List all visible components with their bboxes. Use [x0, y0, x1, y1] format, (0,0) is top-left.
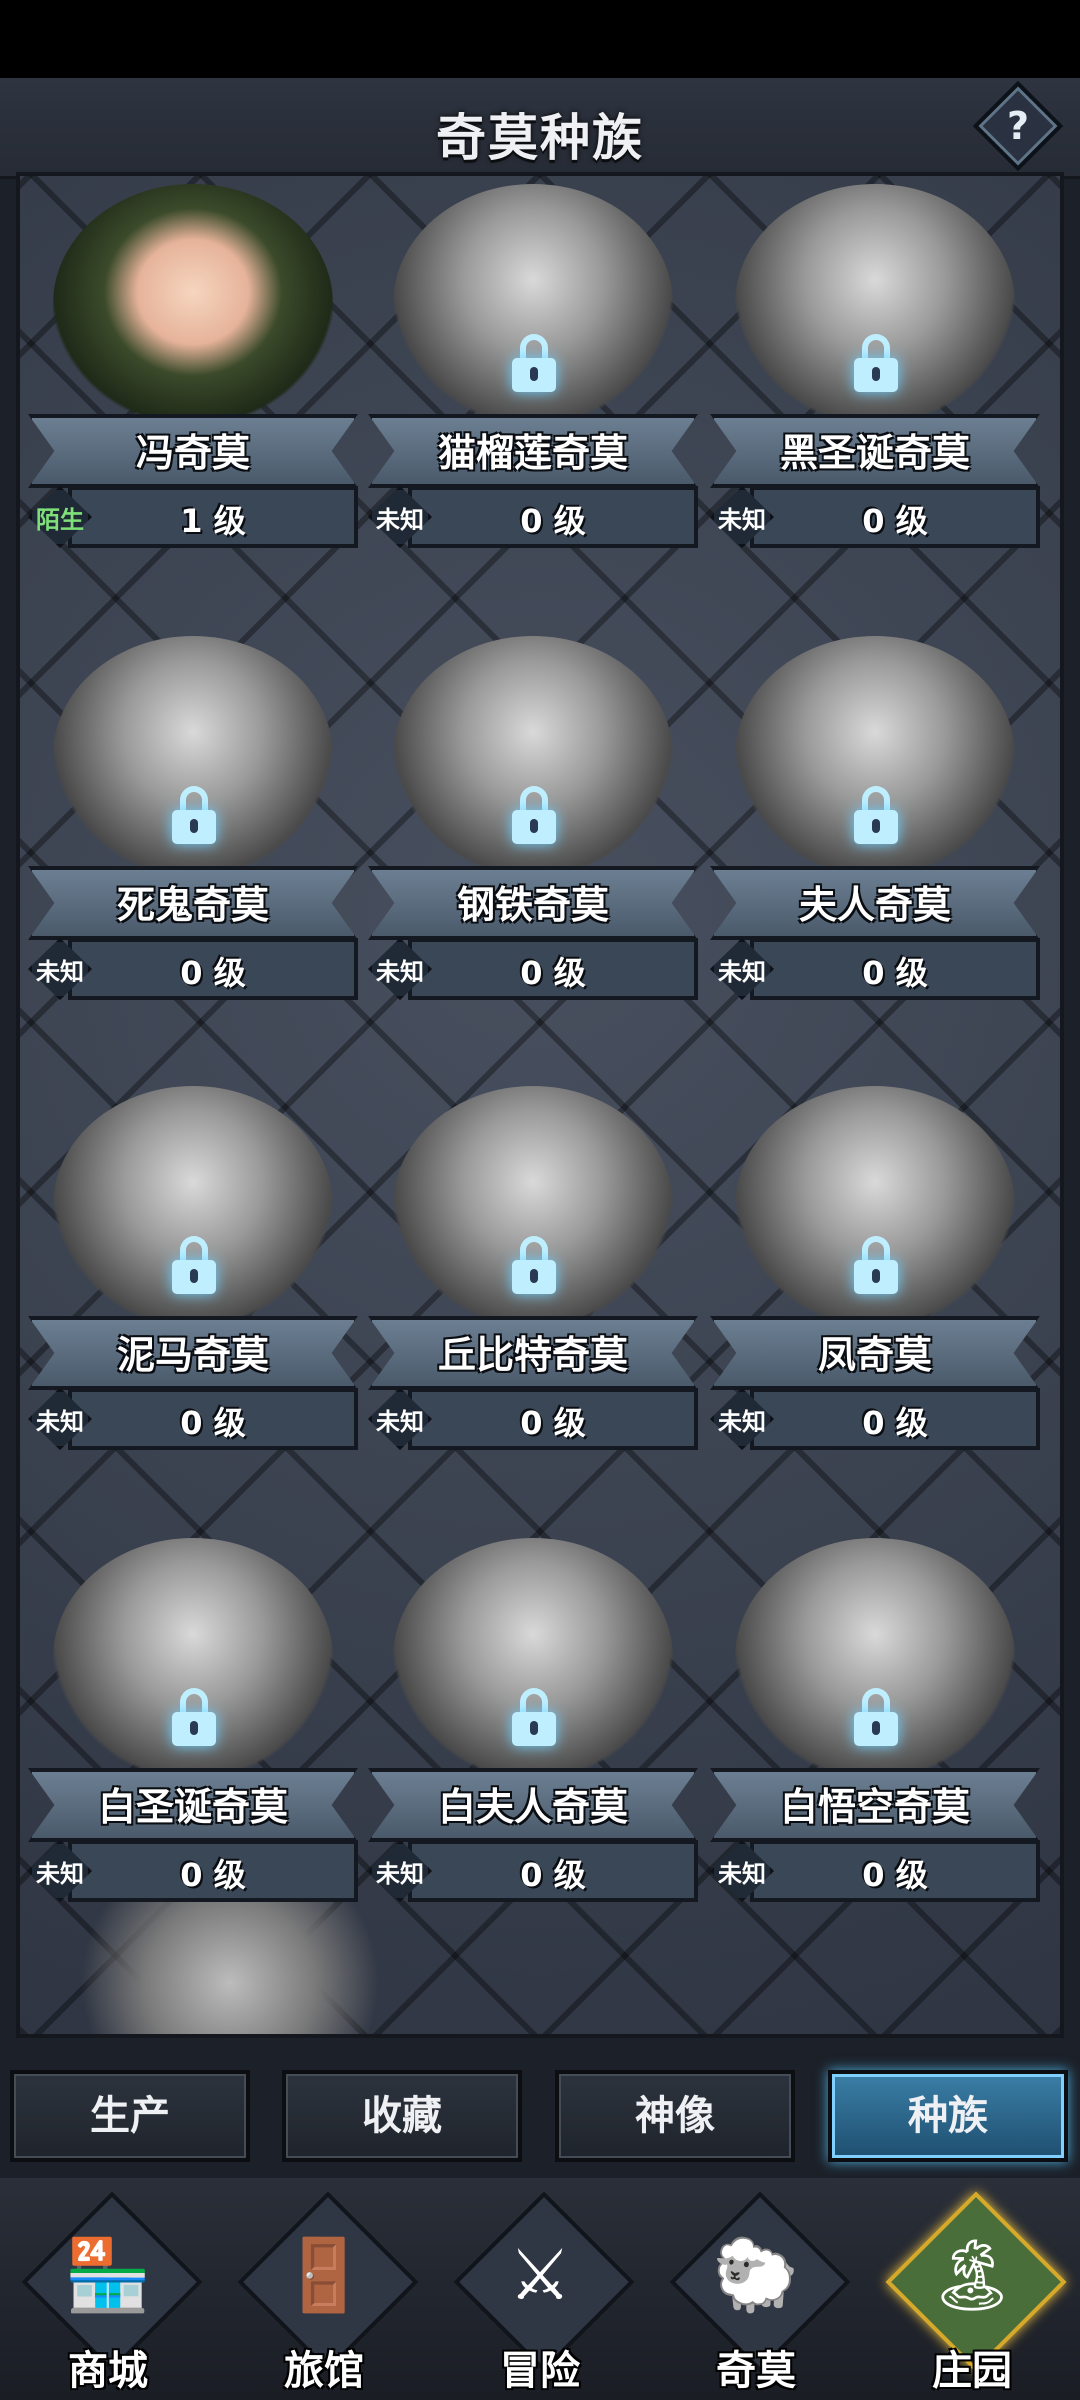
species-card[interactable]: 凤奇莫 0 级 未知 [710, 1076, 1040, 1516]
species-name: 白夫人奇莫 [437, 1785, 628, 1829]
species-name: 冯奇莫 [135, 431, 250, 475]
status-label: 未知 [718, 1408, 766, 1436]
question-mark-icon: ? [1006, 104, 1030, 148]
sub-tabs: 生产 收藏 神像 种族 [0, 2060, 1080, 2170]
title-bar: 奇莫种族 [0, 78, 1080, 179]
status-label: 未知 [376, 1408, 424, 1436]
species-card[interactable]: 丘比特奇莫 0 级 未知 [368, 1076, 698, 1516]
crossed-swords-icon: ⚔ [508, 2234, 572, 2316]
inn-icon: 🚪 [280, 2234, 368, 2316]
qimo-character-icon: 🐑 [712, 2234, 800, 2316]
nav-item-3[interactable]: 🐑 奇莫 [648, 2178, 864, 2400]
status-label: 未知 [36, 1860, 84, 1888]
status-label: 未知 [718, 958, 766, 986]
level-text: 0 级 [520, 954, 586, 992]
level-text: 0 级 [862, 954, 928, 992]
species-portrait [53, 184, 333, 424]
level-text: 0 级 [180, 1856, 246, 1894]
level-text: 0 级 [862, 1856, 928, 1894]
nav-label: 冒险 [500, 2348, 580, 2394]
level-text: 1 级 [180, 502, 246, 540]
tab-1[interactable]: 收藏 [282, 2070, 522, 2162]
species-name: 夫人奇莫 [798, 883, 951, 927]
page-title: 奇莫种族 [436, 109, 644, 167]
species-card[interactable]: 冯奇莫 1 级 陌生 [28, 176, 358, 614]
nav-item-4[interactable]: 🏝 庄园 [864, 2178, 1080, 2400]
nav-item-1[interactable]: 🚪 旅馆 [216, 2178, 432, 2400]
status-label: 未知 [36, 1408, 84, 1436]
level-text: 0 级 [862, 502, 928, 540]
level-text: 0 级 [520, 502, 586, 540]
species-card[interactable]: 泥马奇莫 0 级 未知 [28, 1076, 358, 1516]
species-card[interactable]: 猫榴莲奇莫 0 级 未知 [368, 176, 698, 614]
status-label: 陌生 [36, 506, 84, 534]
level-text: 0 级 [180, 1404, 246, 1442]
lock-icon [850, 786, 902, 844]
level-text: 0 级 [862, 1404, 928, 1442]
lock-icon [168, 786, 220, 844]
species-name: 猫榴莲奇莫 [437, 431, 628, 475]
bottom-nav: 🏪 商城 🚪 旅馆 ⚔ 冒险 🐑 奇莫 🏝 庄园 [0, 2178, 1080, 2400]
lock-icon [508, 786, 560, 844]
species-card[interactable]: 白圣诞奇莫 0 级 未知 [28, 1528, 358, 1968]
level-text: 0 级 [180, 954, 246, 992]
lock-icon [168, 1688, 220, 1746]
tab-3[interactable]: 种族 [828, 2070, 1068, 2162]
tab-2[interactable]: 神像 [555, 2070, 795, 2162]
tab-0[interactable]: 生产 [10, 2070, 250, 2162]
nav-label: 旅馆 [284, 2348, 364, 2394]
lock-icon [508, 1236, 560, 1294]
species-name: 丘比特奇莫 [437, 1333, 628, 1377]
nav-label: 庄园 [932, 2348, 1012, 2394]
species-card[interactable]: 死鬼奇莫 0 级 未知 [28, 626, 358, 1066]
nav-item-0[interactable]: 🏪 商城 [0, 2178, 216, 2400]
status-label: 未知 [718, 506, 766, 534]
species-name: 钢铁奇莫 [456, 883, 609, 927]
status-label: 未知 [376, 958, 424, 986]
status-label: 未知 [376, 506, 424, 534]
species-card[interactable]: 钢铁奇莫 0 级 未知 [368, 626, 698, 1066]
species-name: 白圣诞奇莫 [97, 1785, 288, 1829]
status-bar [0, 0, 1080, 78]
status-label: 未知 [718, 1860, 766, 1888]
level-text: 0 级 [520, 1856, 586, 1894]
lock-icon [850, 334, 902, 392]
species-name: 凤奇莫 [817, 1333, 932, 1377]
species-card[interactable]: 白夫人奇莫 0 级 未知 [368, 1528, 698, 1968]
species-name: 泥马奇莫 [116, 1333, 269, 1377]
species-name: 白悟空奇莫 [779, 1785, 970, 1829]
species-grid: 冯奇莫 1 级 陌生 猫榴莲奇莫 0 级 未知 黑圣诞奇莫 0 级 未知 死鬼奇… [16, 172, 1064, 2038]
lock-icon [168, 1236, 220, 1294]
lock-icon [508, 1688, 560, 1746]
lock-icon [850, 1688, 902, 1746]
lock-icon [850, 1236, 902, 1294]
level-text: 0 级 [520, 1404, 586, 1442]
nav-item-2[interactable]: ⚔ 冒险 [432, 2178, 648, 2400]
nav-label: 奇莫 [716, 2348, 796, 2394]
status-label: 未知 [36, 958, 84, 986]
nav-label: 商城 [68, 2348, 148, 2394]
species-name: 黑圣诞奇莫 [779, 431, 970, 475]
species-card[interactable]: 黑圣诞奇莫 0 级 未知 [710, 176, 1040, 614]
species-card[interactable]: 白悟空奇莫 0 级 未知 [710, 1528, 1040, 1968]
species-card[interactable]: 夫人奇莫 0 级 未知 [710, 626, 1040, 1066]
status-label: 未知 [376, 1860, 424, 1888]
shop-icon: 🏪 [64, 2234, 152, 2316]
manor-island-icon: 🏝 [927, 2234, 1017, 2316]
lock-icon [508, 334, 560, 392]
species-name: 死鬼奇莫 [116, 883, 269, 927]
